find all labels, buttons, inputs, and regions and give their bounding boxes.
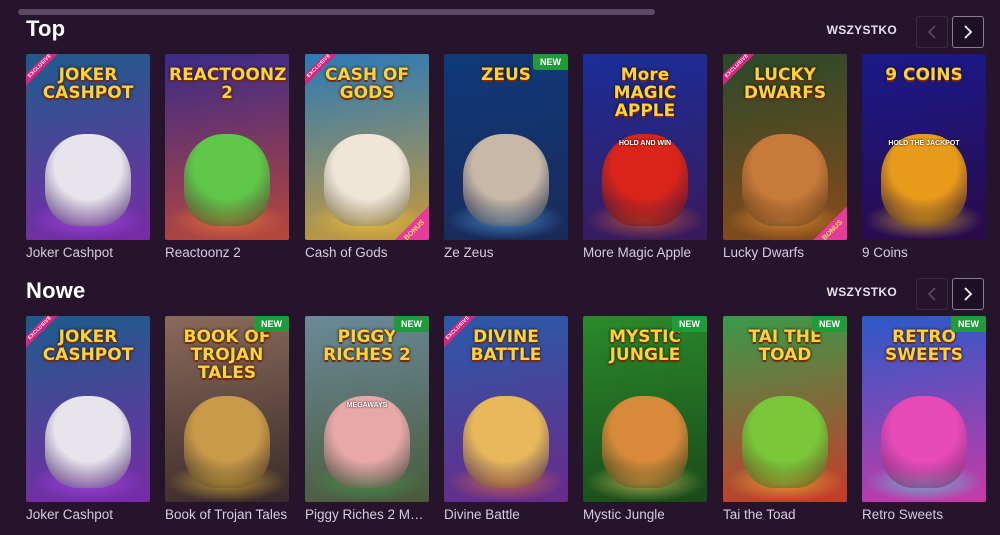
- game-card[interactable]: RETRO SWEETS NEW Retro Sweets: [862, 316, 986, 522]
- game-card[interactable]: DIVINE BATTLE EXCLUSIVE Divine Battle: [444, 316, 568, 522]
- scroll-right-button[interactable]: [952, 278, 984, 310]
- chevron-left-icon: [927, 287, 936, 301]
- game-character-illustration: [602, 134, 688, 226]
- new-badge: NEW: [533, 54, 568, 70]
- game-name[interactable]: Joker Cashpot: [26, 245, 150, 260]
- game-name[interactable]: Tai the Toad: [723, 507, 847, 522]
- game-name[interactable]: Mystic Jungle: [583, 507, 707, 522]
- chevron-right-icon: [964, 287, 973, 301]
- game-card[interactable]: PIGGY RICHES 2 MEGAWAYS NEW Piggy Riches 2 …: [305, 316, 429, 522]
- game-name[interactable]: Book of Trojan Tales: [165, 507, 289, 522]
- game-card[interactable]: ZEUS NEW Ze Zeus: [444, 54, 568, 260]
- game-thumbnail[interactable]: ZEUS NEW: [444, 54, 568, 240]
- game-character-illustration: [742, 396, 828, 488]
- game-logo-text: 9 COINS: [885, 65, 963, 85]
- game-name[interactable]: 9 Coins: [862, 245, 986, 260]
- game-character-illustration: [881, 396, 967, 488]
- game-logo-text: CASH OF GODS: [324, 65, 410, 103]
- game-name[interactable]: Divine Battle: [444, 507, 568, 522]
- game-logo-text: LUCKY DWARFS: [743, 65, 827, 103]
- game-character-illustration: [45, 396, 131, 488]
- game-logo-text: DIVINE BATTLE: [470, 327, 542, 365]
- new-badge: NEW: [812, 316, 847, 332]
- game-name[interactable]: Retro Sweets: [862, 507, 986, 522]
- bonus-label: BONUS: [820, 219, 844, 240]
- game-card[interactable]: JOKER CASHPOT EXCLUSIVE Joker Cashpot: [26, 316, 150, 522]
- game-card[interactable]: TAI THE TOAD NEW Tai the Toad: [723, 316, 847, 522]
- game-thumbnail[interactable]: CASH OF GODS EXCLUSIVE BONUS: [305, 54, 429, 240]
- game-character-illustration: [324, 396, 410, 488]
- game-thumbnail[interactable]: RETRO SWEETS NEW: [862, 316, 986, 502]
- game-logo-text: More MAGIC APPLE: [613, 65, 677, 121]
- game-name[interactable]: Ze Zeus: [444, 245, 568, 260]
- game-thumbnail[interactable]: More MAGIC APPLE HOLD AND WIN: [583, 54, 707, 240]
- scroll-right-button[interactable]: [952, 16, 984, 48]
- horizontal-scrollbar[interactable]: [18, 9, 655, 15]
- bonus-corner-badge: BONUS: [813, 206, 847, 240]
- game-logo-text: RETRO SWEETS: [884, 327, 964, 365]
- game-logo-text: PIGGY RICHES 2: [323, 327, 411, 365]
- bonus-label: BONUS: [402, 219, 426, 240]
- game-card[interactable]: MYSTIC JUNGLE NEW Mystic Jungle: [583, 316, 707, 522]
- bonus-corner-badge: BONUS: [395, 206, 429, 240]
- new-badge: NEW: [254, 316, 289, 332]
- game-logo-text: BOOK OF TROJAN TALES: [183, 327, 271, 383]
- game-character-illustration: [184, 396, 270, 488]
- game-logo-subtitle: HOLD AND WIN: [618, 140, 672, 147]
- new-badge: NEW: [951, 316, 986, 332]
- game-character-illustration: [602, 396, 688, 488]
- game-character-illustration: [463, 134, 549, 226]
- game-thumbnail[interactable]: TAI THE TOAD NEW: [723, 316, 847, 502]
- game-name[interactable]: Reactoonz 2: [165, 245, 289, 260]
- game-logo-text: JOKER CASHPOT: [42, 65, 134, 103]
- game-thumbnail[interactable]: 9 COINS HOLD THE JACKPOT: [862, 54, 986, 240]
- see-all-link[interactable]: WSZYSTKO: [827, 285, 897, 299]
- game-logo-text: JOKER CASHPOT: [42, 327, 134, 365]
- game-character-illustration: [881, 134, 967, 226]
- chevron-right-icon: [964, 25, 973, 39]
- see-all-link[interactable]: WSZYSTKO: [827, 23, 897, 37]
- game-logo-text: REACTOONZ 2: [169, 65, 287, 103]
- game-card[interactable]: REACTOONZ 2 Reactoonz 2: [165, 54, 289, 260]
- game-character-illustration: [184, 134, 270, 226]
- game-thumbnail[interactable]: BOOK OF TROJAN TALES NEW: [165, 316, 289, 502]
- game-card[interactable]: CASH OF GODS EXCLUSIVE BONUS Cash of Gods: [305, 54, 429, 260]
- game-thumbnail[interactable]: JOKER CASHPOT EXCLUSIVE: [26, 54, 150, 240]
- game-card[interactable]: LUCKY DWARFS EXCLUSIVE BONUS Lucky Dwarfs: [723, 54, 847, 260]
- game-thumbnail[interactable]: REACTOONZ 2: [165, 54, 289, 240]
- game-thumbnail[interactable]: PIGGY RICHES 2 MEGAWAYS NEW: [305, 316, 429, 502]
- section-title: Nowe: [26, 278, 86, 303]
- game-character-illustration: [45, 134, 131, 226]
- game-card[interactable]: BOOK OF TROJAN TALES NEW Book of Trojan Ta…: [165, 316, 289, 522]
- game-name[interactable]: More Magic Apple: [583, 245, 707, 260]
- game-logo-text: TAI THE TOAD: [748, 327, 822, 365]
- game-thumbnail[interactable]: MYSTIC JUNGLE NEW: [583, 316, 707, 502]
- scroll-left-button[interactable]: [916, 16, 948, 48]
- game-card[interactable]: JOKER CASHPOT EXCLUSIVE Joker Cashpot: [26, 54, 150, 260]
- new-badge: NEW: [394, 316, 429, 332]
- game-thumbnail[interactable]: LUCKY DWARFS EXCLUSIVE BONUS: [723, 54, 847, 240]
- new-badge: NEW: [672, 316, 707, 332]
- section-title: Top: [26, 16, 66, 41]
- game-logo-subtitle: HOLD THE JACKPOT: [888, 140, 960, 147]
- game-name[interactable]: Joker Cashpot: [26, 507, 150, 522]
- game-logo-subtitle: MEGAWAYS: [346, 402, 388, 409]
- chevron-left-icon: [927, 25, 936, 39]
- scroll-left-button[interactable]: [916, 278, 948, 310]
- game-thumbnail[interactable]: DIVINE BATTLE EXCLUSIVE: [444, 316, 568, 502]
- game-card[interactable]: 9 COINS HOLD THE JACKPOT 9 Coins: [862, 54, 986, 260]
- game-thumbnail[interactable]: JOKER CASHPOT EXCLUSIVE: [26, 316, 150, 502]
- game-name[interactable]: Piggy Riches 2 Megaways: [305, 507, 429, 522]
- game-character-illustration: [463, 396, 549, 488]
- game-logo-text: MYSTIC JUNGLE: [609, 327, 681, 365]
- game-name[interactable]: Lucky Dwarfs: [723, 245, 847, 260]
- game-name[interactable]: Cash of Gods: [305, 245, 429, 260]
- game-card[interactable]: More MAGIC APPLE HOLD AND WIN More Magic A…: [583, 54, 707, 260]
